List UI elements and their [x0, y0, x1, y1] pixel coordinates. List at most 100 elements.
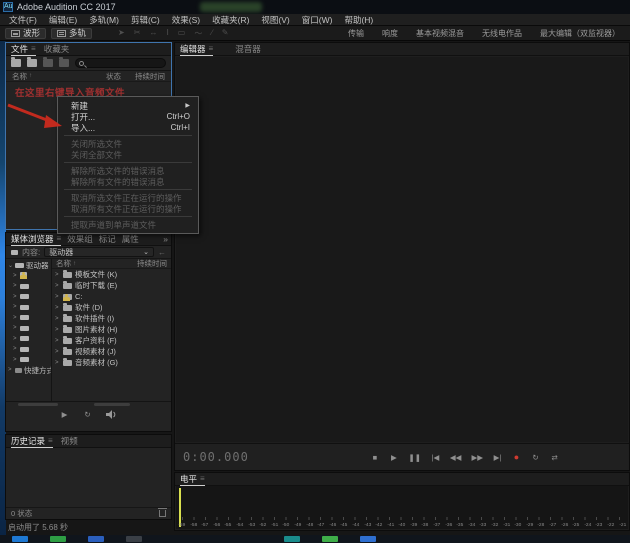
drive-row[interactable]: > 软件 (D) — [52, 302, 171, 313]
chevron-collapsed-icon[interactable]: > — [13, 325, 18, 331]
workspace-button[interactable]: 最大编辑（双监视器） — [540, 28, 620, 39]
tree-drive-item[interactable]: > — [6, 313, 51, 324]
filter-icon[interactable] — [11, 249, 18, 255]
scrollbar-thumb[interactable] — [94, 403, 130, 406]
menu-bar-item[interactable]: 窗口(W) — [297, 14, 338, 26]
trash-icon[interactable] — [158, 508, 167, 517]
import-file-icon[interactable] — [27, 57, 37, 67]
chevron-collapsed-icon[interactable]: > — [13, 273, 18, 279]
chevron-collapsed-icon[interactable]: > — [55, 360, 60, 366]
tab-editor[interactable]: 编辑器 ≡ — [180, 43, 214, 56]
workspace-button[interactable]: 传输 — [348, 28, 364, 39]
context-menu-item-dismiss-all-errors[interactable]: 解除所有文件的错误消息 — [58, 176, 198, 187]
chevron-collapsed-icon[interactable]: > — [13, 357, 18, 363]
tab-effects-rack[interactable]: 效果组 — [67, 233, 93, 245]
drive-row[interactable]: > 音频素材 (G) — [52, 357, 171, 368]
drive-row[interactable]: > 模板文件 (K) — [52, 269, 171, 280]
tool-icon[interactable]: ▭ — [178, 28, 186, 39]
title-bar[interactable]: Au Adobe Audition CC 2017 — [0, 0, 630, 14]
tab-files[interactable]: 文件 ≡ — [11, 43, 36, 56]
tab-video[interactable]: 视频 — [61, 435, 78, 447]
skip-selection-button[interactable]: ⇄ — [550, 453, 559, 462]
context-menu-item-open[interactable]: 打开... Ctrl+O — [58, 111, 198, 122]
rewind-button[interactable]: ◀◀ — [450, 453, 462, 462]
menu-bar-item[interactable]: 帮助(H) — [339, 14, 378, 26]
menu-bar-item[interactable]: 多轨(M) — [84, 14, 124, 26]
tree-root-drives[interactable]: ⌄ 驱动器 — [6, 260, 51, 271]
panel-menu-icon[interactable]: ≡ — [48, 436, 53, 445]
column-status[interactable]: 状态 — [106, 71, 121, 82]
waveform-mode-button[interactable]: 波形 — [5, 27, 47, 39]
menu-bar-item[interactable]: 视图(V) — [256, 14, 294, 26]
drive-row[interactable]: > 视频素材 (J) — [52, 346, 171, 357]
search-input[interactable] — [75, 58, 166, 68]
context-menu-item-import[interactable]: 导入... Ctrl+I — [58, 122, 198, 133]
taskbar-app-icon[interactable] — [126, 536, 142, 542]
chevron-collapsed-icon[interactable]: > — [13, 304, 18, 310]
menu-bar-item[interactable]: 效果(S) — [167, 14, 205, 26]
skip-to-start-button[interactable]: |◀ — [431, 453, 440, 462]
tab-levels[interactable]: 电平 ≡ — [180, 473, 205, 486]
tool-icon[interactable]: 〜 — [194, 28, 202, 39]
chevron-collapsed-icon[interactable]: > — [55, 283, 60, 289]
tab-overflow-icon[interactable]: » — [163, 234, 168, 244]
scrollbar-thumb[interactable] — [18, 403, 58, 406]
stop-button[interactable]: ■ — [370, 453, 379, 462]
tree-drive-item[interactable]: > — [6, 323, 51, 334]
menu-bar-item[interactable]: 剪辑(C) — [126, 14, 165, 26]
column-duration[interactable]: 持续时间 — [137, 259, 167, 269]
tab-favorites[interactable]: 收藏夹 — [44, 43, 70, 55]
tool-icon[interactable]: ➤ — [118, 28, 125, 39]
taskbar-app-icon[interactable] — [50, 536, 66, 542]
tool-icon[interactable]: ✂ — [134, 28, 141, 39]
context-menu-item-close-all[interactable]: 关闭全部文件 — [58, 149, 198, 160]
tree-drive-item[interactable]: > — [6, 355, 51, 366]
preview-loop-button[interactable]: ↻ — [83, 410, 92, 419]
skip-to-end-button[interactable]: ▶| — [493, 453, 502, 462]
drive-row[interactable]: > 软件插件 (I) — [52, 313, 171, 324]
multitrack-mode-button[interactable]: 多轨 — [51, 27, 93, 39]
workspace-button[interactable]: 基本视频混音 — [416, 28, 464, 39]
taskbar-app-icon[interactable] — [360, 536, 376, 542]
chevron-collapsed-icon[interactable]: > — [55, 327, 60, 333]
drive-row[interactable]: > 客户资料 (F) — [52, 335, 171, 346]
column-name[interactable]: 名称 — [12, 71, 27, 82]
new-file-icon[interactable] — [43, 57, 53, 67]
chevron-collapsed-icon[interactable]: > — [13, 283, 18, 289]
panel-menu-icon[interactable]: ≡ — [57, 234, 62, 243]
taskbar-app-icon[interactable] — [322, 536, 338, 542]
tree-shortcuts-item[interactable]: > 快捷方式 — [6, 365, 51, 376]
chevron-collapsed-icon[interactable]: > — [13, 336, 18, 342]
chevron-collapsed-icon[interactable]: > — [13, 315, 18, 321]
tool-icon[interactable]: ↔ — [149, 28, 157, 39]
context-menu-item-close-selected[interactable]: 关闭所选文件 — [58, 138, 198, 149]
tree-drive-item[interactable]: > — [6, 344, 51, 355]
context-menu-item-cancel-all-operations[interactable]: 取消所有文件正在运行的操作 — [58, 203, 198, 214]
tree-drive-item[interactable]: > — [6, 281, 51, 292]
tab-properties[interactable]: 属性 — [122, 233, 139, 245]
menu-bar-item[interactable]: 编辑(E) — [44, 14, 82, 26]
tool-icon[interactable]: ∕ — [211, 28, 212, 39]
chevron-collapsed-icon[interactable]: > — [55, 316, 60, 322]
context-menu-item-dismiss-selected-errors[interactable]: 解除所选文件的错误消息 — [58, 165, 198, 176]
menu-bar-item[interactable]: 文件(F) — [4, 14, 42, 26]
chevron-collapsed-icon[interactable]: > — [13, 294, 18, 300]
context-menu-item-extract-channels[interactable]: 提取声道到单声道文件 — [58, 219, 198, 230]
tree-drive-item[interactable]: > — [6, 334, 51, 345]
chevron-collapsed-icon[interactable]: > — [55, 272, 60, 278]
column-duration[interactable]: 持续时间 — [135, 71, 165, 82]
tree-drive-item[interactable]: > — [6, 302, 51, 313]
drive-row[interactable]: > 图片素材 (H) — [52, 324, 171, 335]
menu-bar-item[interactable]: 收藏夹(R) — [207, 14, 254, 26]
chevron-collapsed-icon[interactable]: > — [55, 294, 60, 300]
drive-row[interactable]: > 临时下载 (E) — [52, 280, 171, 291]
record-button[interactable]: ● — [512, 452, 521, 462]
tree-drive-item[interactable]: > — [6, 292, 51, 303]
editor-canvas[interactable] — [176, 57, 628, 442]
drive-row[interactable]: > C: — [52, 291, 171, 302]
context-menu-item-cancel-selected-operations[interactable]: 取消所选文件正在运行的操作 — [58, 192, 198, 203]
taskbar-app-icon[interactable] — [88, 536, 104, 542]
pause-button[interactable]: ❚❚ — [408, 453, 421, 462]
preview-play-button[interactable]: ▶ — [60, 410, 69, 419]
tab-mixer[interactable]: 混音器 — [235, 43, 261, 55]
